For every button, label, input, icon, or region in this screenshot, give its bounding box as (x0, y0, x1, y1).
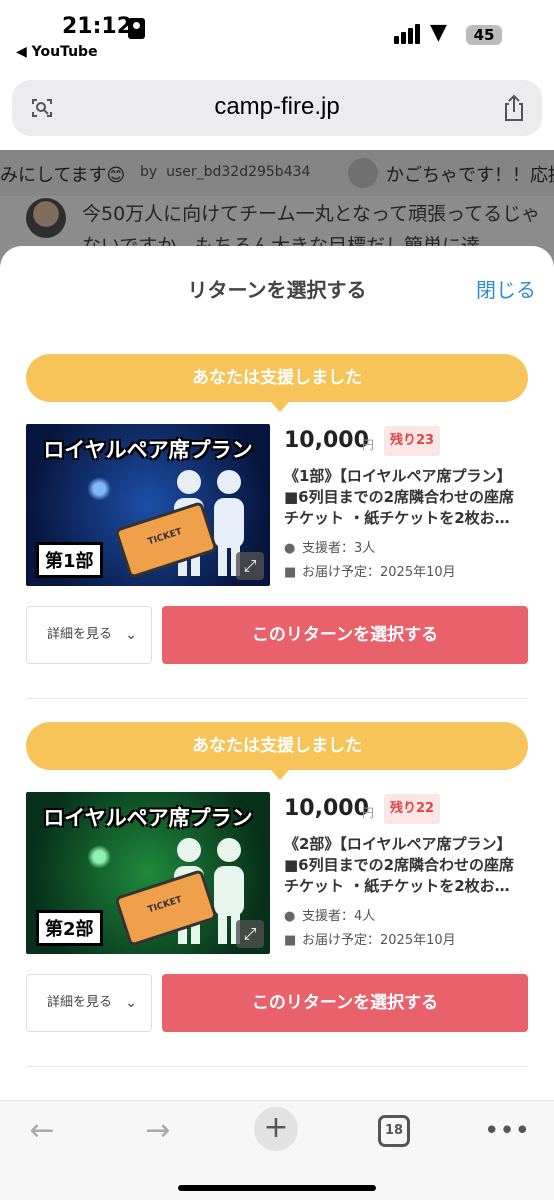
url-text[interactable]: camp-fire.jp (12, 93, 542, 121)
tab-count-button[interactable]: 18 (378, 1115, 410, 1147)
return-select-sheet: リターンを選択する 閉じる あなたは支援しました ロイヤルペア席プラン TICK… (0, 246, 554, 1106)
select-return-button[interactable]: このリターンを選択する (162, 974, 528, 1032)
thumbnail-plan-title: ロイヤルペア席プラン (43, 438, 253, 462)
share-icon[interactable] (502, 94, 526, 122)
sheet-title: リターンを選択する (187, 278, 367, 302)
divider (26, 1066, 528, 1067)
truck-icon: ■ (284, 565, 297, 580)
currency-label: 円 (362, 806, 375, 820)
status-bar: 21:12 ◀ YouTube ▼ 45 (0, 0, 554, 70)
chevron-down-icon: ⌄ (125, 995, 137, 1011)
supporters-count: ● 支援者：4人 (284, 909, 376, 924)
battery-icon: 45 (466, 25, 502, 45)
remaining-badge: 残り22 (384, 794, 441, 824)
supported-bubble: あなたは支援しました (26, 354, 528, 412)
return-description: 《2部》【ロイヤルペア席プラン】 ■6列目までの2席隣合わせの座席 チケット ・… (284, 835, 515, 895)
select-return-button[interactable]: このリターンを選択する (162, 606, 528, 664)
back-arrow-icon[interactable]: ← (22, 1111, 62, 1151)
delivery-date: ■ お届け予定：2025年10月 (284, 933, 456, 948)
thumbnail-part-label: 第2部 (36, 910, 103, 946)
status-time: 21:12 (62, 14, 133, 39)
chevron-down-icon: ⌄ (125, 627, 137, 643)
return-description: 《1部》【ロイヤルペア席プラン】 ■6列目までの2席隣合わせの座席 チケット ・… (284, 467, 515, 527)
supported-bubble: あなたは支援しました (26, 722, 528, 780)
delivery-date: ■ お届け予定：2025年10月 (284, 565, 456, 580)
thumbnail-plan-title: ロイヤルペア席プラン (43, 806, 253, 830)
truck-icon: ■ (284, 933, 297, 948)
browser-toolbar: ← → + 18 ••• (0, 1100, 554, 1200)
expand-icon[interactable]: ⤢ (236, 552, 264, 580)
return-price: 10,000 (284, 796, 369, 821)
view-details-button[interactable]: 詳細を見る ⌄ (26, 606, 152, 664)
new-tab-plus-icon[interactable]: + (254, 1107, 298, 1151)
return-thumbnail[interactable]: ロイヤルペア席プラン TICKET 第2部 ⤢ (26, 792, 270, 954)
currency-label: 円 (362, 438, 375, 452)
return-card: あなたは支援しました ロイヤルペア席プラン TICKET 第1部 ⤢ 10,00… (0, 354, 554, 714)
back-to-app-link[interactable]: ◀ YouTube (16, 44, 98, 60)
home-indicator (178, 1185, 376, 1191)
screen-lock-icon (128, 18, 145, 39)
person-icon: ● (284, 909, 296, 924)
close-button[interactable]: 閉じる (476, 274, 536, 303)
supporters-count: ● 支援者：3人 (284, 541, 376, 556)
return-thumbnail[interactable]: ロイヤルペア席プラン TICKET 第1部 ⤢ (26, 424, 270, 586)
cellular-signal-icon (394, 22, 424, 44)
return-card: あなたは支援しました ロイヤルペア席プラン TICKET 第2部 ⤢ 10,00… (0, 722, 554, 1082)
expand-icon[interactable]: ⤢ (236, 920, 264, 948)
thumbnail-part-label: 第1部 (36, 542, 103, 578)
return-price: 10,000 (284, 428, 369, 453)
person-icon: ● (284, 541, 296, 556)
remaining-badge: 残り23 (384, 426, 441, 456)
forward-arrow-icon[interactable]: → (138, 1111, 178, 1151)
more-menu-icon[interactable]: ••• (484, 1111, 530, 1151)
view-details-button[interactable]: 詳細を見る ⌄ (26, 974, 152, 1032)
address-bar[interactable]: camp-fire.jp (12, 80, 542, 136)
wifi-icon: ▼ (430, 20, 447, 45)
divider (26, 698, 528, 699)
